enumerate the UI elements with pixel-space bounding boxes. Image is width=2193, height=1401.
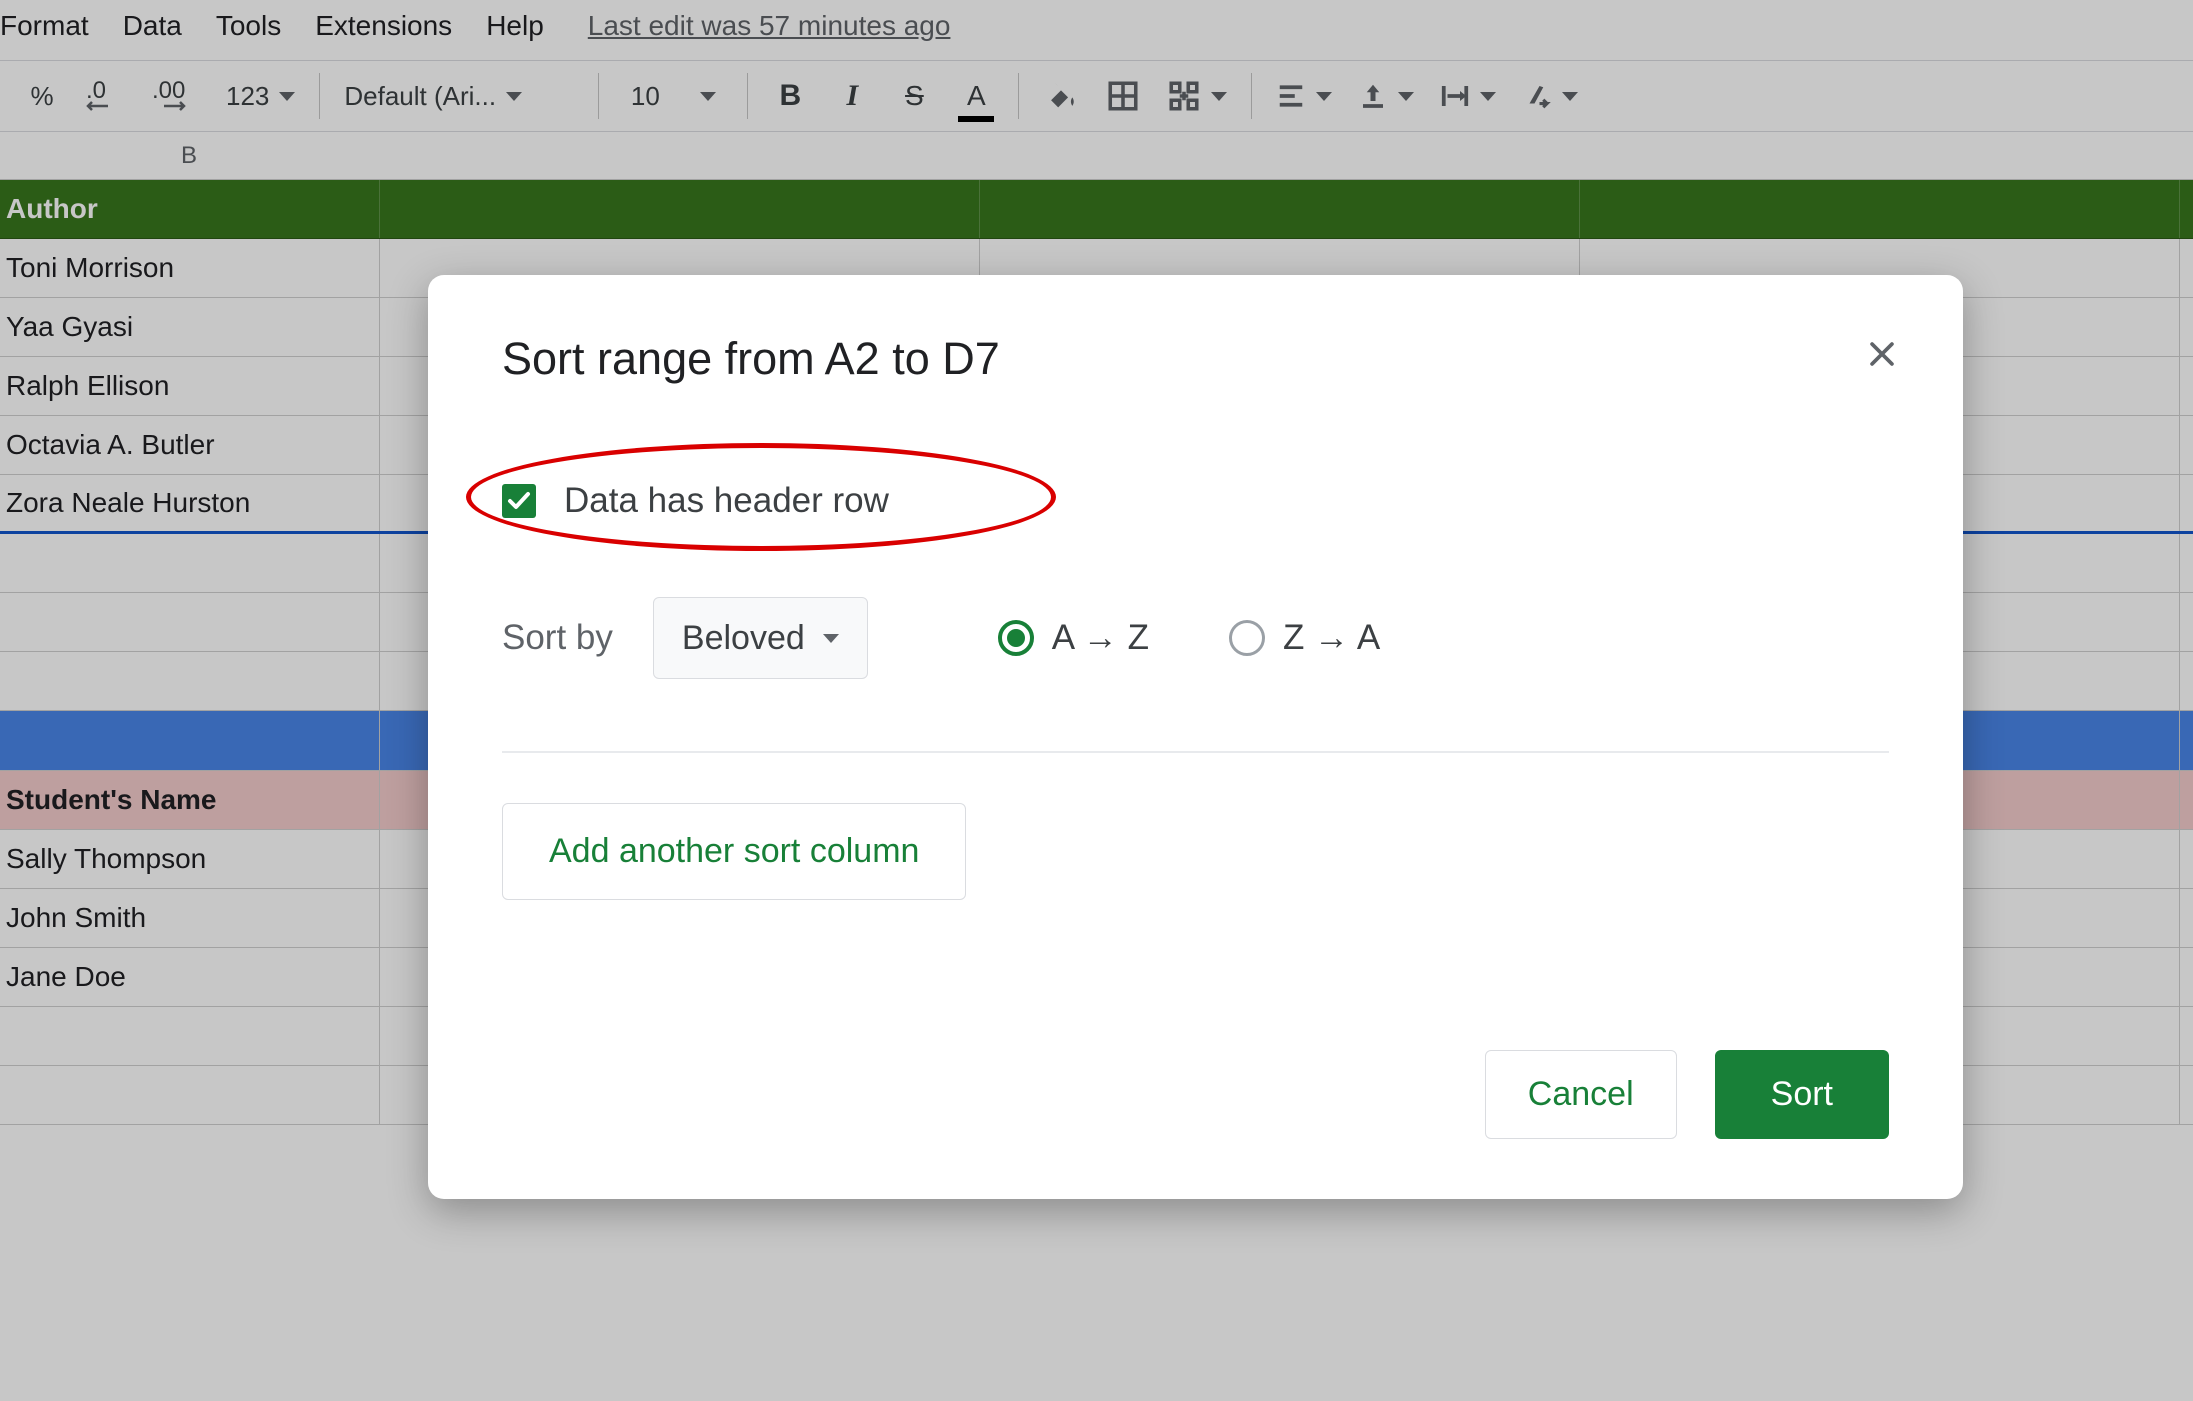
sort-by-label: Sort by xyxy=(502,618,613,658)
check-icon xyxy=(507,491,531,511)
close-button[interactable] xyxy=(1865,337,1899,376)
header-row-option: Data has header row xyxy=(502,481,1889,521)
sort-by-row: Sort by Beloved A → Z Z → A xyxy=(502,597,1889,679)
sort-order-az-radio[interactable]: A → Z xyxy=(998,618,1149,658)
cancel-button[interactable]: Cancel xyxy=(1485,1050,1677,1139)
dialog-divider xyxy=(502,751,1889,753)
add-sort-column-button[interactable]: Add another sort column xyxy=(502,803,966,900)
radio-label-az: A → Z xyxy=(1052,618,1149,658)
sort-column-value: Beloved xyxy=(682,619,805,658)
app-root: Format Data Tools Extensions Help Last e… xyxy=(0,0,2193,1401)
dialog-title: Sort range from A2 to D7 xyxy=(502,333,1889,385)
radio-label-za: Z → A xyxy=(1283,618,1380,658)
dropdown-icon xyxy=(823,634,839,643)
header-row-checkbox-label: Data has header row xyxy=(564,481,889,521)
dialog-actions: Cancel Sort xyxy=(1485,1050,1889,1139)
header-row-checkbox[interactable] xyxy=(502,484,536,518)
close-icon xyxy=(1865,337,1899,371)
sort-button[interactable]: Sort xyxy=(1715,1050,1889,1139)
sort-column-select[interactable]: Beloved xyxy=(653,597,868,679)
sort-order-za-radio[interactable]: Z → A xyxy=(1229,618,1380,658)
sort-range-dialog: Sort range from A2 to D7 Data has header… xyxy=(428,275,1963,1199)
